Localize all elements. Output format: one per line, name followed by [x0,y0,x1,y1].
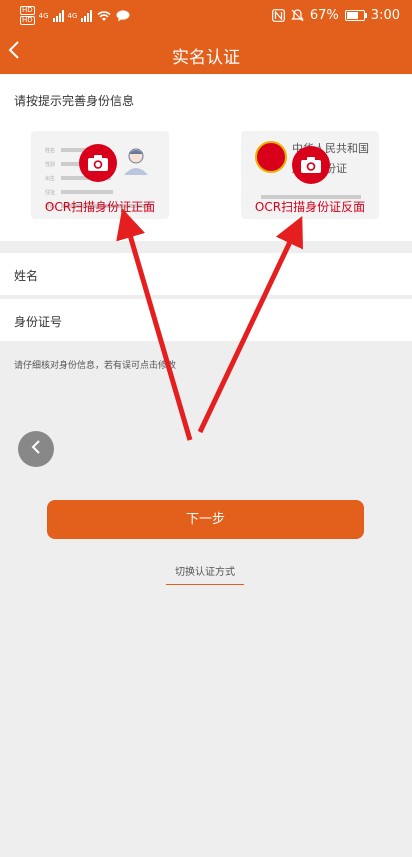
hd-badge: HD [20,16,35,25]
id-number-field[interactable]: 身份证号 [0,299,412,341]
person-portrait-icon [124,148,148,175]
ocr-front-label: OCR扫描身份证正面 [44,200,156,214]
id-number-label: 身份证号 [14,315,63,329]
wifi-icon [97,10,112,21]
hd-badge: HD [20,6,35,15]
field-label: 住址 [45,190,56,196]
hint-text: 请按提示完善身份信息 [14,94,135,108]
name-label: 姓名 [14,269,39,283]
chevron-left-icon [31,440,40,454]
name-field[interactable]: 姓名 [0,253,412,295]
nfc-icon [271,9,285,22]
camera-button[interactable] [292,146,330,184]
camera-icon [301,157,321,173]
id-front-scan[interactable]: 姓名 性别 出生 住址 号码 OCR扫描身份证正面 [31,131,169,219]
placeholder-line [61,190,113,194]
chat-bubble-icon [116,9,130,21]
signal-icon [81,9,93,22]
battery-percent: 67% [309,8,339,23]
ocr-back-label: OCR扫描身份证反面 [254,200,366,214]
title-bar: 实名认证 [0,34,412,74]
battery-fill [346,12,358,19]
network-type: 4G [38,11,49,20]
battery-icon [344,10,367,21]
id-back-scan[interactable]: 中华人民共和国 居民身份证 OCR扫描身份证反面 [241,131,379,219]
page-title: 实名认证 [172,48,240,68]
field-label: 姓名 [45,148,56,154]
switch-verification-link[interactable]: 切换认证方式 [166,563,244,585]
id-card-section: 请按提示完善身份信息 姓名 性别 出生 住址 号码 OCR扫描身份证正面 中华人… [0,74,412,241]
camera-icon [88,155,108,171]
field-label: 出生 [45,176,56,182]
status-bar: HD HD 4G 4G 67% 3:00 [0,0,412,34]
field-label: 性别 [45,162,56,168]
mute-bell-icon [291,9,304,22]
network-type: 4G [67,11,78,20]
national-emblem-icon [255,141,287,173]
floating-back-button[interactable] [18,431,54,467]
verify-note: 请仔细核对身份信息，若有误可点击修改 [14,361,177,371]
signal-icon [52,9,64,22]
clock: 3:00 [370,8,400,23]
camera-button[interactable] [79,144,117,182]
next-button[interactable]: 下一步 [47,500,364,539]
